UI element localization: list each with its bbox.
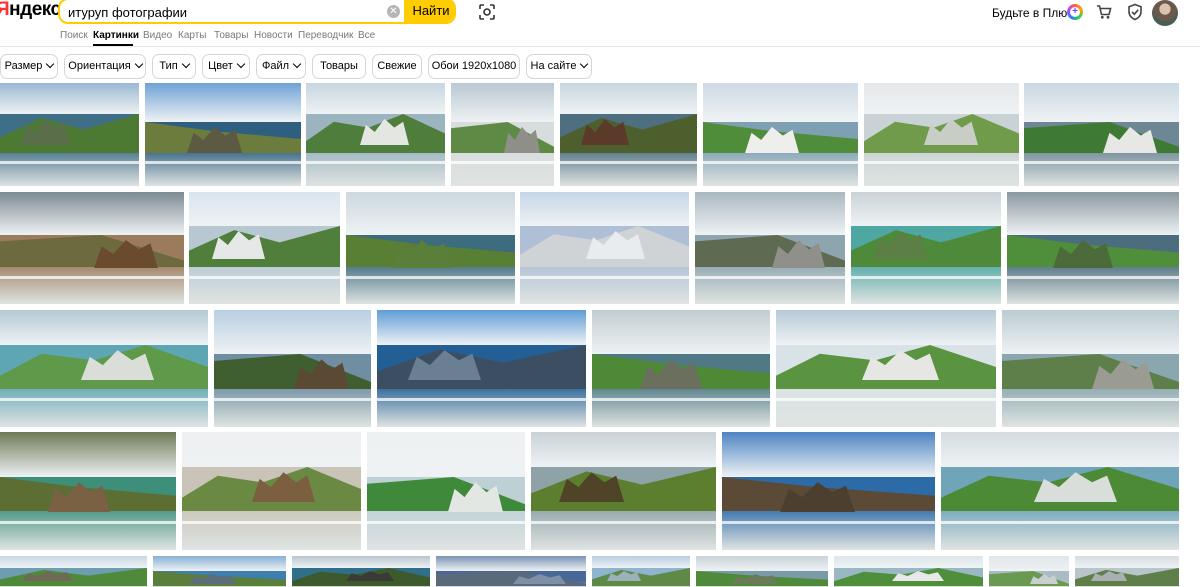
filter-label: Цвет [208,60,233,72]
image-thumbnail[interactable] [851,192,1001,304]
image-thumbnail[interactable] [592,556,690,587]
image-thumbnail[interactable] [560,83,697,186]
tab-images[interactable]: Картинки [93,30,139,41]
yandex-logo[interactable]: Яндекс [0,0,61,21]
image-thumbnail[interactable] [145,83,301,186]
image-thumbnail[interactable] [834,556,983,587]
image-thumbnail[interactable] [1075,556,1179,587]
filter-file[interactable]: Файл [256,54,306,79]
find-button[interactable]: Найти [404,0,454,22]
tab-maps[interactable]: Карты [178,30,207,41]
chevron-down-icon [292,59,302,69]
logo-text: ндекс [9,0,61,20]
image-thumbnail[interactable] [0,432,176,550]
plus-icon[interactable]: + [1067,4,1083,20]
filter-label: Товары [320,60,358,72]
header-divider [0,46,1200,47]
header: Яндекс ✕ Найти Будьте в Плюсе + [0,0,1200,26]
filter-label: Тип [159,60,178,72]
tab-goods[interactable]: Товары [214,30,248,41]
image-thumbnail[interactable] [520,192,689,304]
filter-orientation[interactable]: Ориентация [64,54,146,79]
image-thumbnail[interactable] [989,556,1069,587]
chevron-down-icon [181,59,190,69]
filter-on-site[interactable]: На сайте [526,54,592,79]
filter-goods[interactable]: Товары [312,54,366,79]
tab-video[interactable]: Видео [143,30,172,41]
tab-translator[interactable]: Переводчик [298,30,353,41]
image-thumbnail[interactable] [436,556,586,587]
tab-news[interactable]: Новости [254,30,293,41]
image-thumbnail[interactable] [367,432,525,550]
filter-type[interactable]: Тип [152,54,196,79]
image-thumbnail[interactable] [182,432,361,550]
filter-label: Обои 1920x1080 [431,60,517,72]
chevron-down-icon [134,59,143,69]
image-thumbnail[interactable] [592,310,770,427]
filter-fresh[interactable]: Свежие [372,54,422,79]
image-thumbnail[interactable] [153,556,286,587]
image-thumbnail[interactable] [0,192,184,304]
chevron-down-icon [46,59,55,69]
image-thumbnail[interactable] [695,192,845,304]
tab-search[interactable]: Поиск [60,30,88,41]
search-box: ✕ Найти [58,0,456,24]
image-thumbnail[interactable] [1002,310,1179,427]
image-thumbnail[interactable] [189,192,340,304]
filter-color[interactable]: Цвет [202,54,250,79]
image-thumbnail[interactable] [292,556,430,587]
chevron-down-icon [580,59,589,69]
filter-label: Размер [4,60,43,72]
image-thumbnail[interactable] [776,310,996,427]
image-thumbnail[interactable] [1007,192,1179,304]
image-thumbnail[interactable] [346,192,515,304]
image-thumbnail[interactable] [306,83,445,186]
image-thumbnail[interactable] [214,310,371,427]
clear-icon[interactable]: ✕ [387,5,400,18]
image-thumbnail[interactable] [703,83,858,186]
tab-all[interactable]: Все [358,30,375,41]
filter-size[interactable]: Размер [0,54,58,79]
filter-wallpapers[interactable]: Обои 1920x1080 [428,54,520,79]
filter-label: Файл [261,60,290,72]
image-thumbnail[interactable] [1024,83,1179,186]
image-thumbnail[interactable] [377,310,586,427]
image-thumbnail[interactable] [941,432,1179,550]
search-input[interactable] [68,3,378,21]
logo-letter: Я [0,0,10,20]
image-thumbnail[interactable] [722,432,935,550]
image-thumbnail[interactable] [451,83,554,186]
filter-label: На сайте [530,60,577,72]
image-thumbnail[interactable] [0,556,147,587]
avatar[interactable] [1152,0,1178,26]
chevron-down-icon [236,59,246,69]
shield-icon[interactable] [1127,3,1143,21]
image-thumbnail[interactable] [531,432,716,550]
cart-icon[interactable] [1096,4,1112,20]
image-thumbnail[interactable] [696,556,828,587]
plus-badge-text: + [1072,6,1078,17]
filter-label: Ориентация [68,60,131,72]
image-thumbnail[interactable] [0,310,208,427]
image-thumbnail[interactable] [864,83,1019,186]
camera-search-icon[interactable] [478,3,496,21]
filter-label: Свежие [377,60,417,72]
image-thumbnail[interactable] [0,83,139,186]
